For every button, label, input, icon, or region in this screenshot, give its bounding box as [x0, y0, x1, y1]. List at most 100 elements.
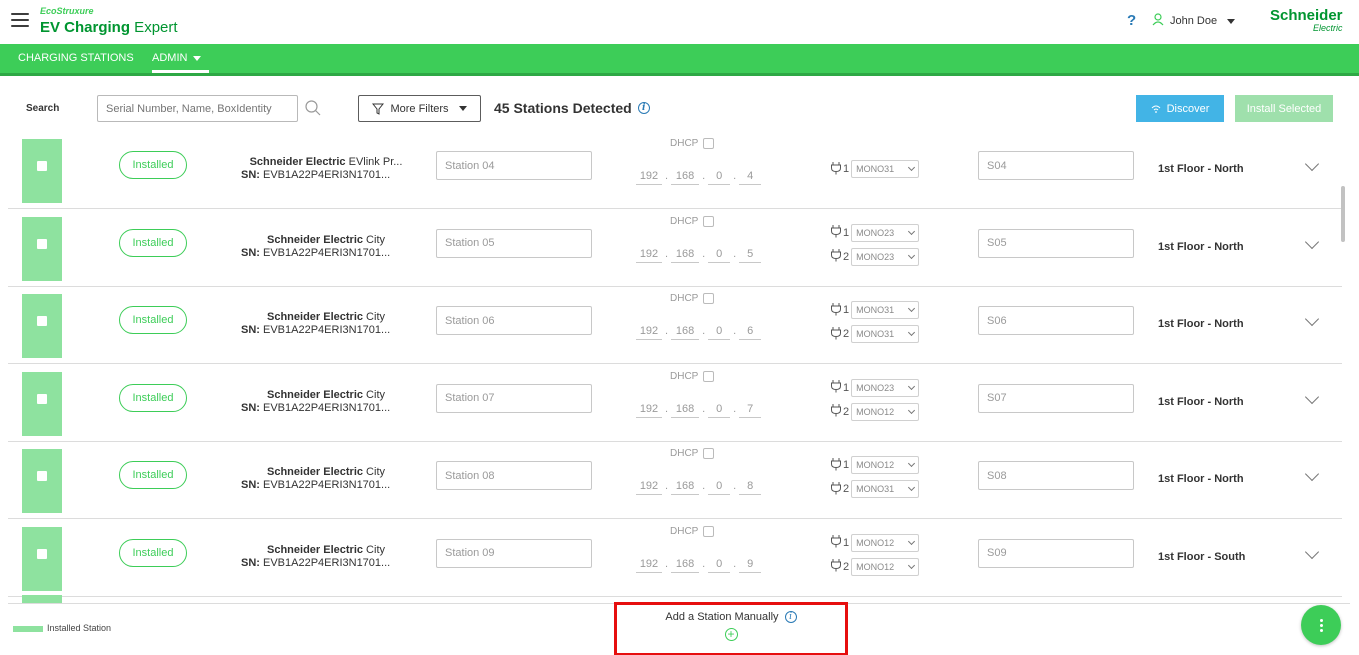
- station-code-input[interactable]: [978, 228, 1134, 258]
- station-model: Schneider Electric City SN: EVB1A22P4ERI3…: [241, 311, 391, 336]
- ip-octet[interactable]: 192: [636, 480, 662, 495]
- ip-octet[interactable]: 192: [636, 403, 662, 418]
- station-name-input[interactable]: [436, 228, 592, 258]
- connector-type-select[interactable]: MONO31: [851, 325, 920, 343]
- ip-octet[interactable]: 0: [708, 248, 731, 263]
- ip-octet[interactable]: 7: [739, 403, 762, 418]
- ip-octet[interactable]: 192: [636, 558, 662, 573]
- ip-octet[interactable]: 168: [671, 325, 700, 340]
- row-select-checkbox[interactable]: [37, 161, 47, 171]
- ip-octet[interactable]: 0: [708, 558, 731, 573]
- row-select-checkbox[interactable]: [37, 471, 47, 481]
- ip-octet[interactable]: 4: [739, 170, 762, 185]
- tab-charging-stations[interactable]: CHARGING STATIONS: [18, 44, 134, 73]
- ip-address-field[interactable]: 192. 168. 0. 9: [636, 558, 762, 573]
- dhcp-toggle: DHCP: [670, 293, 715, 304]
- dhcp-checkbox[interactable]: [703, 215, 715, 227]
- row-select-checkbox[interactable]: [37, 238, 47, 249]
- station-code-input[interactable]: [978, 461, 1134, 490]
- footer: Installed Station Add a Station Manually…: [8, 602, 1350, 655]
- station-name-input[interactable]: [436, 306, 592, 335]
- ip-octet[interactable]: 8: [739, 480, 762, 495]
- status-badge[interactable]: Installed: [119, 538, 187, 567]
- ip-octet[interactable]: 192: [636, 170, 662, 185]
- more-actions-button[interactable]: [1301, 605, 1341, 645]
- chevron-down-icon: [908, 561, 916, 569]
- ip-octet[interactable]: 6: [739, 325, 762, 340]
- more-filters-button[interactable]: More Filters: [358, 95, 481, 122]
- ip-octet[interactable]: 168: [671, 403, 700, 418]
- connector-type-select[interactable]: MONO31: [851, 160, 920, 178]
- station-code-input[interactable]: [978, 151, 1134, 180]
- dhcp-checkbox[interactable]: [703, 293, 715, 304]
- status-badge[interactable]: Installed: [119, 306, 187, 334]
- connector-2: 2 MONO12: [830, 557, 920, 576]
- dhcp-checkbox[interactable]: [703, 370, 715, 382]
- status-badge[interactable]: Installed: [119, 461, 187, 489]
- row-select-checkbox[interactable]: [37, 316, 47, 326]
- connector-type-select[interactable]: MONO12: [851, 456, 920, 474]
- station-code-input[interactable]: [978, 538, 1134, 568]
- discover-button[interactable]: Discover: [1136, 95, 1224, 122]
- list-scrollbar[interactable]: [1341, 186, 1345, 242]
- connector-2: 2 MONO23: [830, 247, 920, 266]
- station-name-input[interactable]: [436, 538, 592, 568]
- info-icon[interactable]: i: [784, 611, 797, 623]
- search-icon[interactable]: [304, 99, 322, 117]
- expand-row-icon[interactable]: [1304, 466, 1320, 482]
- expand-row-icon[interactable]: [1304, 156, 1320, 172]
- dhcp-checkbox[interactable]: [703, 138, 715, 149]
- connector-type-select[interactable]: MONO31: [851, 480, 920, 498]
- ip-octet[interactable]: 168: [671, 480, 700, 495]
- station-name-input[interactable]: [436, 461, 592, 490]
- connector-type-select[interactable]: MONO23: [851, 247, 920, 266]
- ip-octet[interactable]: 168: [671, 558, 700, 573]
- connector-type-select[interactable]: MONO23: [851, 378, 920, 397]
- ip-address-field[interactable]: 192. 168. 0. 4: [636, 170, 762, 185]
- user-menu[interactable]: John Doe: [1152, 13, 1236, 29]
- expand-row-icon[interactable]: [1304, 389, 1320, 404]
- ip-octet[interactable]: 9: [739, 558, 762, 573]
- dhcp-checkbox[interactable]: [703, 525, 715, 537]
- row-select-checkbox[interactable]: [37, 393, 47, 404]
- station-code-input[interactable]: [978, 383, 1134, 413]
- menu-icon[interactable]: [11, 13, 29, 27]
- ip-octet[interactable]: 0: [708, 170, 731, 185]
- expand-row-icon[interactable]: [1304, 311, 1320, 327]
- dhcp-checkbox[interactable]: [703, 448, 715, 459]
- ip-octet[interactable]: 0: [708, 480, 731, 495]
- ip-octet[interactable]: 192: [636, 325, 662, 340]
- connector-type-select[interactable]: MONO12: [851, 402, 920, 421]
- add-station-manually-label[interactable]: Add a Station Manually i: [665, 611, 797, 623]
- ip-address-field[interactable]: 192. 168. 0. 7: [636, 403, 762, 418]
- station-code-input[interactable]: [978, 306, 1134, 335]
- ip-octet[interactable]: 168: [671, 248, 700, 263]
- ip-octet[interactable]: 168: [671, 170, 700, 185]
- ip-address-field[interactable]: 192. 168. 0. 8: [636, 480, 762, 495]
- status-badge[interactable]: Installed: [119, 228, 187, 257]
- connector-type-select[interactable]: MONO12: [851, 557, 920, 576]
- ip-octet[interactable]: 0: [708, 403, 731, 418]
- help-icon[interactable]: ?: [1127, 12, 1136, 29]
- row-select-checkbox[interactable]: [37, 548, 47, 559]
- install-selected-button[interactable]: Install Selected: [1235, 95, 1333, 122]
- info-icon[interactable]: i: [637, 102, 650, 114]
- status-badge[interactable]: Installed: [119, 151, 187, 179]
- ip-octet[interactable]: 192: [636, 248, 662, 263]
- station-name-input[interactable]: [436, 383, 592, 413]
- next-row-status-bar: [22, 595, 62, 603]
- expand-row-icon[interactable]: [1304, 234, 1320, 249]
- connector-type-select[interactable]: MONO12: [851, 533, 920, 552]
- ip-octet[interactable]: 0: [708, 325, 731, 340]
- connector-type-select[interactable]: MONO31: [851, 301, 920, 319]
- connector-type-select[interactable]: MONO23: [851, 223, 920, 242]
- tab-admin[interactable]: ADMIN: [152, 44, 210, 73]
- status-badge[interactable]: Installed: [119, 383, 187, 412]
- ip-address-field[interactable]: 192. 168. 0. 6: [636, 325, 762, 340]
- station-name-input[interactable]: [436, 151, 592, 180]
- ip-address-field[interactable]: 192. 168. 0. 5: [636, 248, 762, 263]
- expand-row-icon[interactable]: [1304, 544, 1320, 559]
- search-input[interactable]: [97, 95, 298, 122]
- ip-octet[interactable]: 5: [739, 248, 762, 263]
- add-circle-icon[interactable]: +: [724, 628, 738, 641]
